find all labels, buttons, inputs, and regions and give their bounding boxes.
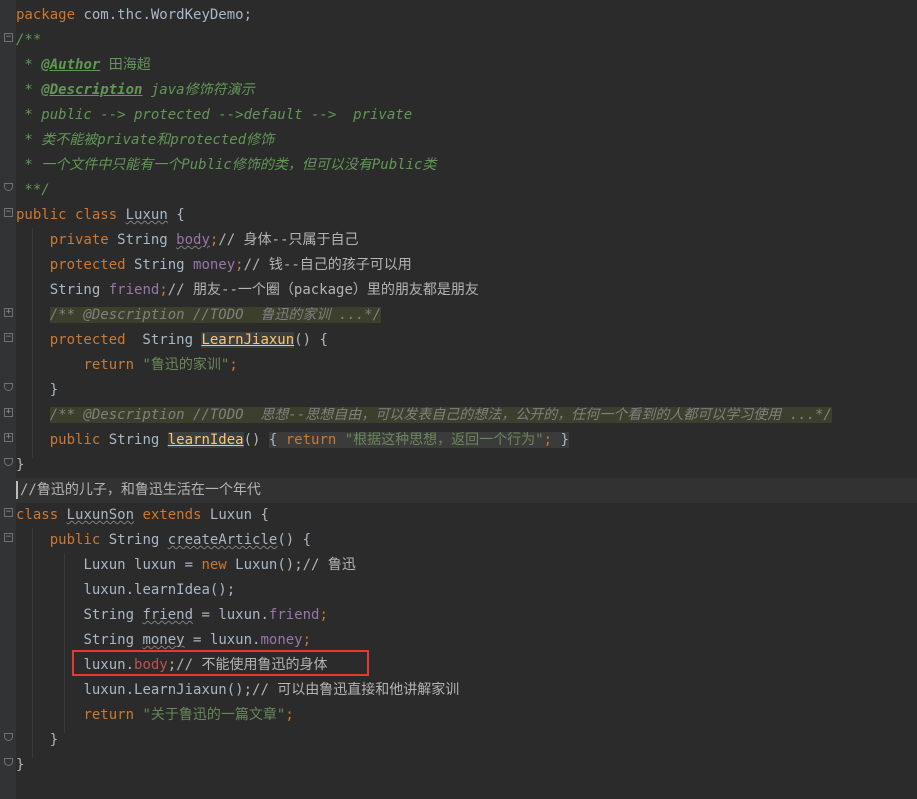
fold-end-icon — [4, 733, 13, 741]
fold-end-icon — [4, 183, 13, 191]
error-highlight-box — [72, 650, 369, 676]
code-line: } — [49, 382, 59, 398]
code-line: class LuxunSon extends Luxun { — [16, 507, 269, 523]
code-line: private String body;// 身体--只属于自己 — [49, 232, 359, 248]
fold-toggle-icon[interactable] — [4, 333, 13, 342]
code-line: * @Description java修饰符演示 — [16, 82, 255, 98]
text-caret — [16, 481, 18, 499]
code-line: Luxun luxun = new Luxun();// 鲁迅 — [83, 557, 356, 573]
folded-doc-comment[interactable]: /** @Description //TODO 鲁迅的家训 ...*/ — [49, 307, 382, 323]
code-line: protected String money;// 钱--自己的孩子可以用 — [49, 257, 412, 273]
code-line: luxun.LearnJiaxun();// 可以由鲁迅直接和他讲解家训 — [83, 682, 460, 698]
fold-toggle-icon[interactable] — [4, 533, 13, 542]
code-line: /** @Description //TODO 鲁迅的家训 ...*/ — [16, 303, 917, 328]
code-line: String friend = luxun.friend; — [83, 607, 328, 623]
code-line: public String learnIdea() { return "根据这种… — [49, 432, 569, 448]
code-line: } — [16, 757, 25, 773]
fold-toggle-icon[interactable] — [4, 508, 13, 517]
code-line: protected String LearnJiaxun() { — [49, 332, 328, 348]
code-line: String friend;// 朋友--一个圈（package）里的朋友都是朋… — [49, 282, 479, 298]
fold-end-icon — [4, 758, 13, 766]
code-line: return "鲁迅的家训"; — [83, 357, 238, 373]
code-line: * public --> protected -->default --> pr… — [16, 107, 413, 123]
fold-end-icon — [4, 383, 13, 391]
fold-toggle-icon[interactable] — [4, 33, 13, 42]
code-line: /** — [16, 32, 42, 48]
code-line: } — [16, 457, 25, 473]
fold-expand-icon[interactable] — [4, 433, 13, 442]
code-line: luxun.learnIdea(); — [83, 582, 236, 598]
code-line: **/ — [16, 182, 50, 198]
code-line: return "关于鲁迅的一篇文章"; — [83, 707, 294, 723]
code-line: * 一个文件中只能有一个Public修饰的类，但可以没有Public类 — [16, 157, 437, 173]
code-line: * 类不能被private和protected修饰 — [16, 132, 275, 148]
code-line: * @Author 田海超 — [16, 57, 151, 73]
folded-doc-comment[interactable]: /** @Description //TODO 思想--思想自由，可以发表自己的… — [49, 407, 832, 423]
code-line-current: //鲁迅的儿子，和鲁迅生活在一个年代 — [16, 478, 917, 503]
fold-end-icon — [4, 458, 13, 466]
code-line: /** @Description //TODO 思想--思想自由，可以发表自己的… — [16, 403, 917, 428]
fold-expand-icon[interactable] — [4, 308, 13, 317]
code-line: public class Luxun { — [16, 207, 185, 223]
fold-expand-icon[interactable] — [4, 408, 13, 417]
editor-gutter — [0, 0, 16, 799]
code-line: public String createArticle() { — [49, 532, 312, 548]
fold-toggle-icon[interactable] — [4, 208, 13, 217]
code-line: package com.thc.WordKeyDemo; — [16, 7, 253, 23]
code-line: } — [49, 732, 59, 748]
